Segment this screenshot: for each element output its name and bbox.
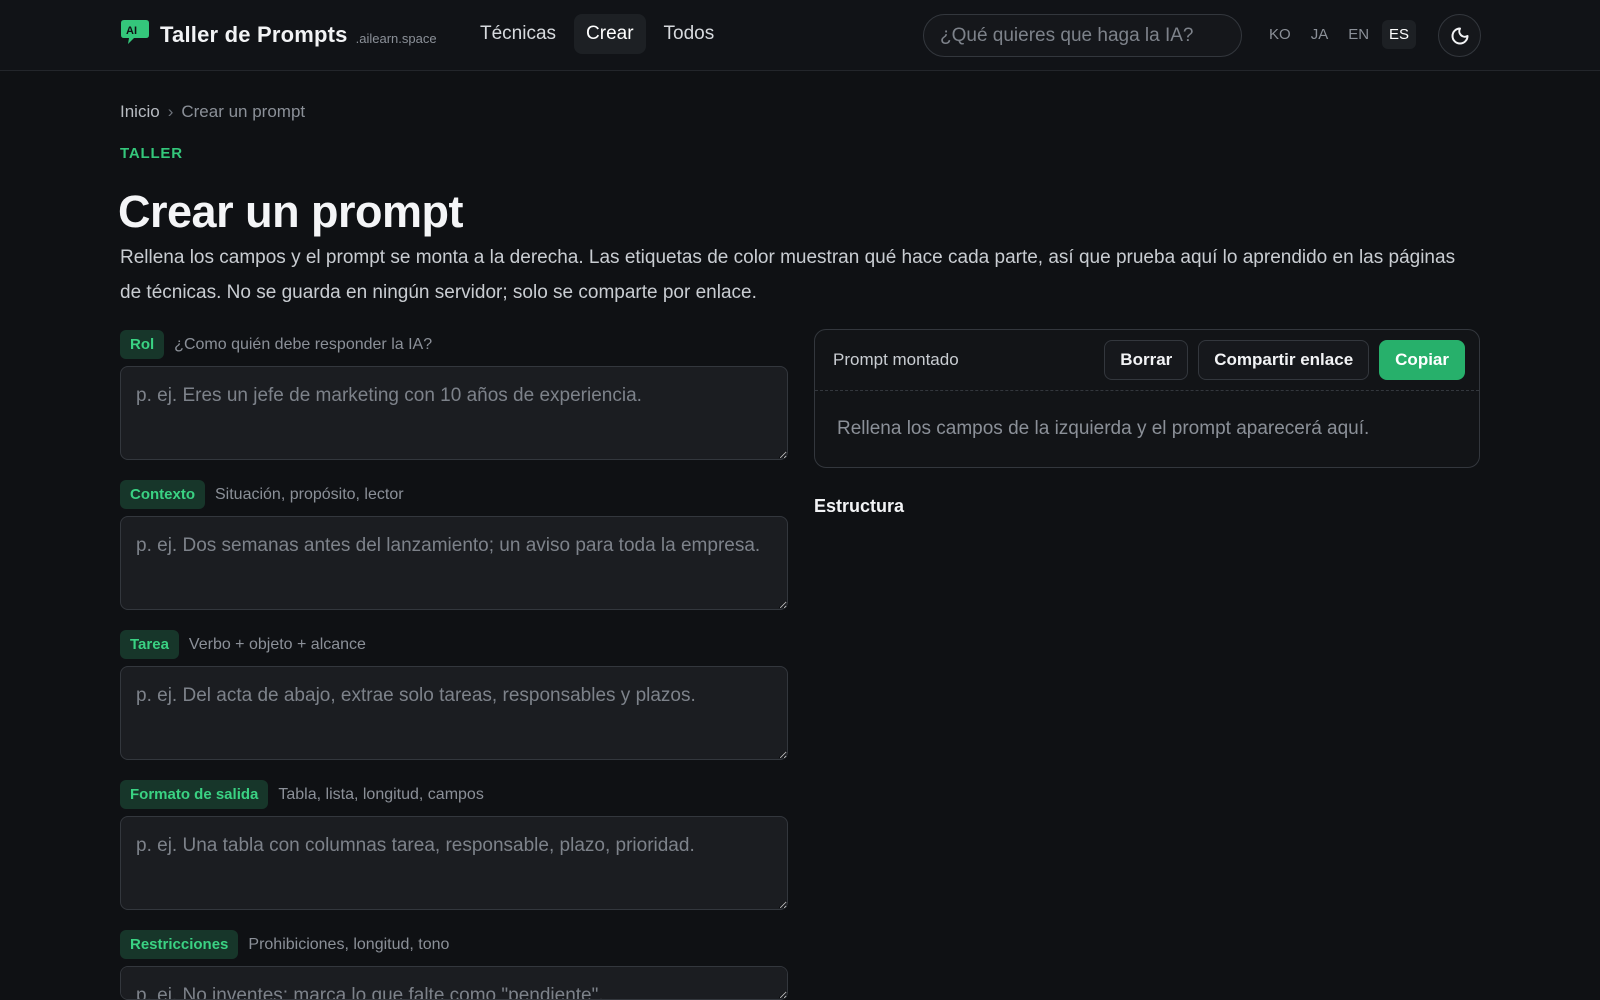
top-bar: AI Taller de Prompts .ailearn.space Técn…	[0, 0, 1600, 71]
share-link-button[interactable]: Compartir enlace	[1198, 340, 1370, 380]
svg-text:AI: AI	[126, 25, 137, 37]
prompt-preview-panel: Prompt montado Borrar Compartir enlace C…	[814, 329, 1480, 468]
field-tag: Rol	[120, 330, 165, 359]
preview-empty-text: Rellena los campos de la izquierda y el …	[837, 418, 1370, 439]
section-eyebrow: TALLER	[120, 145, 183, 162]
page-intro: Rellena los campos y el prompt se monta …	[120, 247, 1456, 303]
nav-item-crear[interactable]: Crear	[574, 14, 646, 54]
rol-textarea[interactable]	[120, 366, 788, 460]
search-input[interactable]	[923, 14, 1242, 57]
nav-item-todos[interactable]: Todos	[652, 14, 727, 54]
contexto-textarea[interactable]	[120, 516, 788, 610]
breadcrumb-home[interactable]: Inicio	[120, 102, 160, 122]
field-tag: Restricciones	[120, 930, 239, 959]
structure-heading: Estructura	[814, 496, 905, 516]
field-tag: Contexto	[120, 480, 205, 509]
logo-icon: AI	[121, 20, 149, 44]
tarea-textarea[interactable]	[120, 666, 788, 760]
field-tarea: Tarea Verbo + objeto + alcance	[120, 629, 788, 760]
brand-domain: .ailearn.space	[355, 31, 437, 46]
field-hint: ¿Como quién debe responder la IA?	[174, 335, 433, 353]
nav-item-tecnicas[interactable]: Técnicas	[468, 14, 568, 54]
breadcrumb-separator: ›	[167, 102, 174, 121]
field-tag: Formato de salida	[120, 780, 269, 809]
preview-toolbar: Prompt montado Borrar Compartir enlace C…	[815, 330, 1479, 391]
field-hint: Verbo + objeto + alcance	[188, 635, 366, 653]
main-nav: Técnicas Crear Todos	[468, 14, 726, 54]
field-formato-salida: Formato de salida Tabla, lista, longitud…	[120, 779, 788, 910]
breadcrumb-current: Crear un prompt	[181, 102, 306, 121]
moon-icon	[1451, 27, 1468, 44]
copy-button[interactable]: Copiar	[1379, 340, 1465, 380]
lang-ja[interactable]: JA	[1304, 20, 1336, 49]
preview-title: Prompt montado	[833, 350, 959, 369]
field-rol: Rol ¿Como quién debe responder la IA?	[120, 329, 788, 460]
field-hint: Tabla, lista, longitud, campos	[278, 785, 484, 803]
field-hint: Prohibiciones, longitud, tono	[248, 935, 450, 953]
formato-salida-textarea[interactable]	[120, 816, 788, 910]
lang-es[interactable]: ES	[1382, 20, 1417, 49]
theme-toggle-button[interactable]	[1438, 14, 1481, 57]
lang-ko[interactable]: KO	[1262, 20, 1298, 49]
brand[interactable]: AI Taller de Prompts .ailearn.space	[120, 20, 437, 48]
field-tag: Tarea	[120, 630, 179, 659]
lang-en[interactable]: EN	[1341, 20, 1376, 49]
brand-name: Taller de Prompts	[160, 22, 348, 47]
restricciones-textarea[interactable]	[120, 966, 788, 1000]
field-restricciones: Restricciones Prohibiciones, longitud, t…	[120, 929, 788, 1000]
clear-button[interactable]: Borrar	[1104, 340, 1189, 380]
field-contexto: Contexto Situación, propósito, lector	[120, 479, 788, 610]
breadcrumb: Inicio › Crear un prompt	[120, 102, 305, 122]
page-title: Crear un prompt	[118, 186, 464, 237]
field-hint: Situación, propósito, lector	[215, 485, 404, 503]
language-switcher: KO JA EN ES	[1262, 20, 1417, 49]
